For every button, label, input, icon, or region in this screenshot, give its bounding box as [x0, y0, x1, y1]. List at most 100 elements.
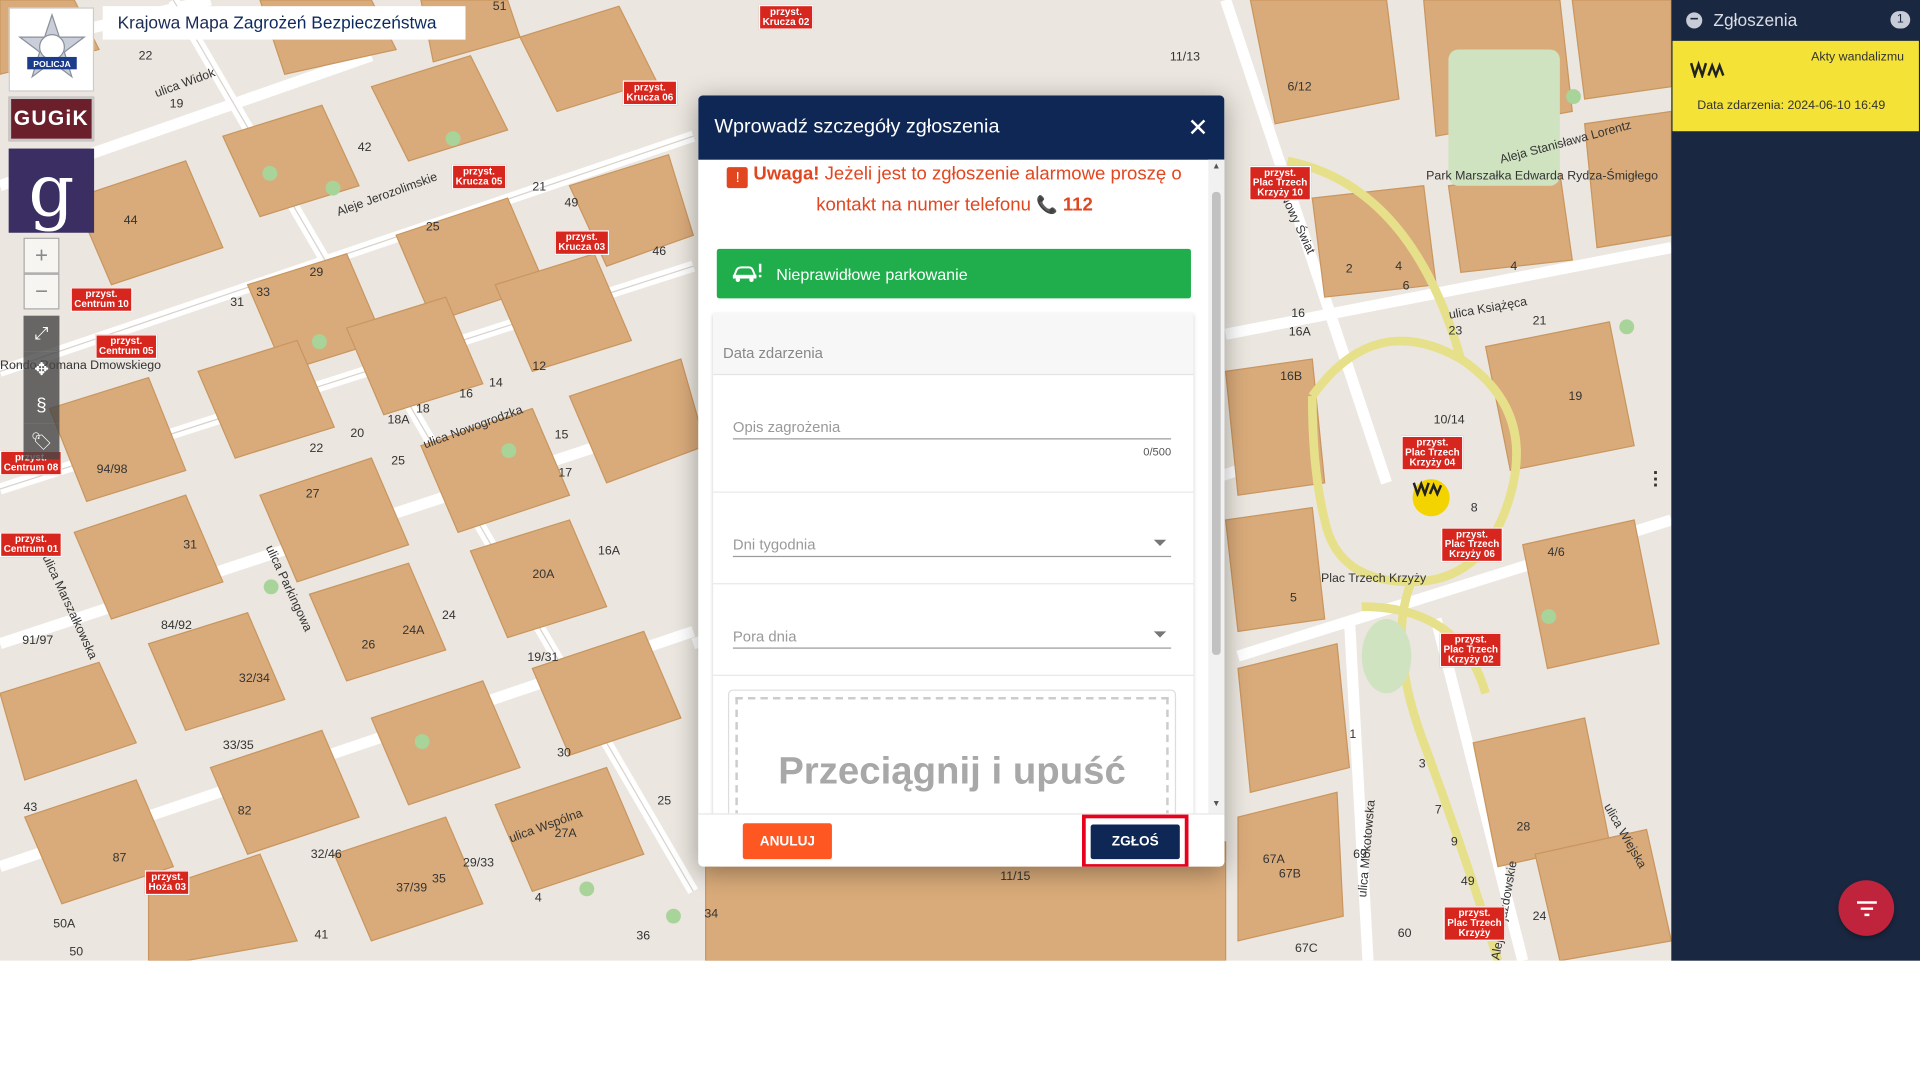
- vandalism-marker[interactable]: [1412, 479, 1450, 517]
- address-number: 25: [425, 220, 440, 234]
- report-date-label: Data zdarzenia:: [1697, 99, 1785, 113]
- report-type: Akty wandalizmu: [1811, 50, 1905, 65]
- emergency-phone[interactable]: 112: [1063, 194, 1093, 215]
- address-number: 24A: [402, 623, 425, 638]
- tree: [263, 579, 279, 595]
- locate-button[interactable]: ✥: [23, 351, 60, 388]
- bus-stop-marker[interactable]: przyst. Krucza 03: [554, 230, 609, 256]
- close-icon[interactable]: ✕: [1188, 112, 1209, 143]
- zoom-out-button[interactable]: −: [23, 273, 60, 310]
- address-number: 50: [69, 945, 84, 960]
- collapse-icon[interactable]: −: [1686, 11, 1703, 28]
- stop-name: Centrum 01: [3, 543, 59, 555]
- bus-stop-marker[interactable]: przyst. Centrum 01: [0, 532, 62, 558]
- stop-name-2: Krzyży 02: [1447, 653, 1494, 665]
- address-number: 16B: [1280, 370, 1303, 384]
- labels-button[interactable]: 🏷: [23, 423, 60, 460]
- submit-button[interactable]: ZGŁOŚ: [1090, 824, 1180, 860]
- address-number: 21: [1532, 314, 1547, 329]
- filter-button[interactable]: [1838, 880, 1895, 936]
- address-number: 69: [1353, 848, 1367, 862]
- date-field-label: Data zdarzenia: [722, 344, 823, 362]
- paragraph-icon: §: [36, 394, 47, 416]
- address-number: 25: [391, 454, 405, 468]
- report-card[interactable]: Akty wandalizmu Data zdarzenia: 2024-06-…: [1672, 40, 1919, 132]
- address-number: 19: [169, 97, 184, 112]
- reports-header[interactable]: − Zgłoszenia 1: [1671, 0, 1920, 40]
- stop-name-2: Krzyży 04: [1409, 456, 1456, 468]
- reports-title: Zgłoszenia: [1713, 9, 1798, 30]
- tree: [579, 881, 595, 897]
- description-field[interactable]: Opis zagrożenia: [732, 418, 1172, 440]
- plus-icon: +: [34, 242, 48, 268]
- modal-scrollbar[interactable]: ▲ ▼: [1208, 159, 1225, 814]
- tree: [666, 908, 681, 924]
- address-number: 27: [305, 487, 320, 502]
- address-number: 24: [441, 609, 456, 623]
- stop-name: Centrum 10: [74, 298, 129, 310]
- more-options-icon[interactable]: · · ·: [1653, 464, 1660, 496]
- address-number: 32/34: [238, 672, 270, 686]
- address-number: 18: [415, 402, 430, 416]
- address-number: 26: [361, 638, 376, 653]
- bus-stop-marker[interactable]: przyst. Centrum 05: [95, 334, 158, 360]
- bus-stop-marker[interactable]: przyst. Hoża 03: [144, 870, 190, 896]
- bus-stop-marker[interactable]: przyst. Plac Trzech Krzyży 04: [1401, 435, 1464, 471]
- time-of-day-select[interactable]: Pora dnia: [732, 627, 1172, 649]
- address-number: 2: [1345, 262, 1353, 277]
- bus-stop-marker[interactable]: przyst. Plac Trzech Krzyży: [1443, 906, 1506, 941]
- fullscreen-button[interactable]: ⤢: [23, 315, 60, 352]
- file-dropzone[interactable]: Przeciągnij i upuść: [727, 689, 1177, 814]
- address-number: 17: [558, 466, 573, 481]
- address-number: 11/13: [1169, 50, 1200, 65]
- bus-stop-marker[interactable]: przyst. Krucza 02: [758, 4, 814, 30]
- address-number: 32/46: [310, 848, 342, 862]
- tree: [501, 443, 517, 459]
- bus-stop-marker[interactable]: przyst. Plac Trzech Krzyży 06: [1441, 527, 1503, 563]
- dropzone-text: Przeciągnij i upuść: [778, 748, 1126, 793]
- report-date-value: 2024-06-10 16:49: [1787, 99, 1886, 113]
- stop-name: Centrum 08: [3, 461, 59, 473]
- address-number: 94/98: [96, 463, 128, 477]
- zoom-in-button[interactable]: +: [23, 237, 60, 274]
- scroll-down-icon[interactable]: ▼: [1212, 800, 1221, 809]
- divider: [713, 674, 1194, 676]
- modal-footer: ANULUJ ZGŁOŚ: [698, 813, 1225, 867]
- address-number: 4/6: [1547, 545, 1565, 560]
- address-number: 22: [309, 441, 324, 456]
- expand-icon: ⤢: [34, 323, 49, 343]
- date-field[interactable]: Data zdarzenia: [713, 313, 1194, 376]
- geoportal-logo[interactable]: g: [8, 148, 95, 233]
- bus-stop-marker[interactable]: przyst. Krucza 05: [451, 164, 507, 190]
- stop-name: Krucza 05: [455, 175, 503, 187]
- policja-logo[interactable]: POLICJA: [8, 7, 95, 92]
- gugik-logo[interactable]: GUGiK: [8, 96, 95, 142]
- dropdown-arrow-icon: [1153, 539, 1167, 546]
- bus-stop-marker[interactable]: przyst. Centrum 10: [70, 287, 133, 312]
- scroll-up-icon[interactable]: ▲: [1212, 162, 1221, 171]
- modal-header: Wprowadź szczegóły zgłoszenia ✕: [698, 95, 1225, 160]
- tree: [445, 131, 461, 147]
- phone-icon: 📞: [1036, 194, 1058, 215]
- vandalism-icon: [1412, 480, 1443, 497]
- reports-sidebar: − Zgłoszenia 1 Akty wandalizmu Data zdar…: [1671, 0, 1920, 961]
- category-button[interactable]: Nieprawidłowe parkowanie: [716, 248, 1191, 299]
- address-number: 15: [554, 428, 569, 442]
- legal-button[interactable]: §: [23, 387, 60, 424]
- address-number: 87: [112, 851, 127, 866]
- cancel-button[interactable]: ANULUJ: [742, 823, 832, 860]
- days-select[interactable]: Dni tygodnia: [732, 536, 1172, 558]
- address-number: 16A: [1288, 325, 1311, 340]
- modal-body[interactable]: ! Uwaga! Jeżeli jest to zgłoszenie alarm…: [698, 160, 1208, 814]
- tree: [311, 334, 327, 350]
- bus-stop-marker[interactable]: przyst. Krucza 06: [622, 80, 677, 106]
- address-number: 16A: [597, 544, 620, 559]
- time-placeholder: Pora dnia: [732, 627, 797, 645]
- address-number: 5: [1289, 591, 1297, 606]
- bus-stop-marker[interactable]: przyst. Plac Trzech Krzyży 02: [1439, 632, 1502, 668]
- scroll-thumb[interactable]: [1212, 191, 1221, 655]
- minus-icon: −: [34, 278, 48, 304]
- bus-stop-marker[interactable]: przyst. Plac Trzech Krzyży 10: [1249, 165, 1312, 201]
- address-number: 20A: [532, 568, 555, 582]
- tree: [1619, 319, 1635, 335]
